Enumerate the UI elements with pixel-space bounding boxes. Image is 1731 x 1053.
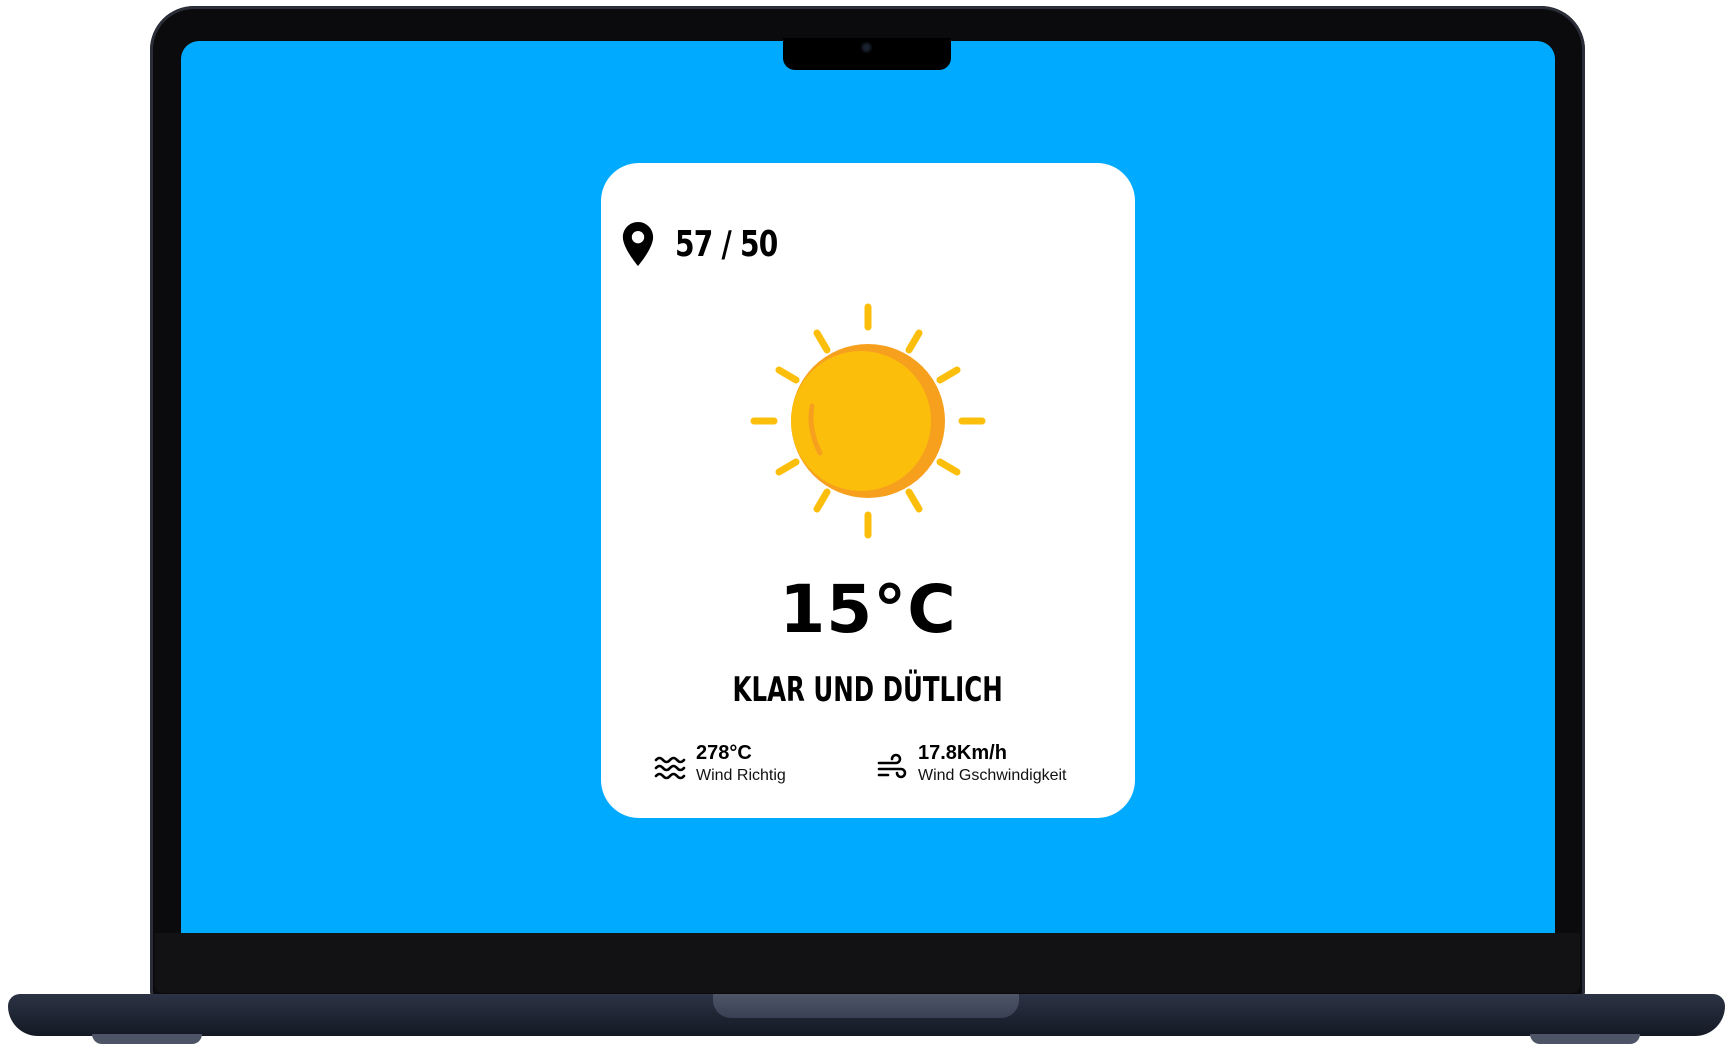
laptop-foot-left — [92, 1034, 202, 1044]
camera-notch — [783, 38, 951, 70]
location-coordinates: 57 / 50 — [675, 223, 778, 265]
laptop-base-notch — [713, 994, 1019, 1018]
wind-direction-label: Wind Richtig — [696, 767, 786, 784]
location-row: 57 / 50 — [621, 219, 806, 269]
camera-icon — [863, 44, 870, 51]
temperature-value: 15°C — [779, 571, 957, 648]
laptop-chin — [155, 933, 1580, 993]
wind-icon — [877, 753, 907, 779]
wind-speed-value: 17.8Km/h — [918, 742, 1007, 764]
weather-condition: KLAR UND DÜTLICH — [601, 670, 1135, 710]
laptop-foot-right — [1530, 1034, 1640, 1044]
laptop-mockup: 57 / 50 15°C KLAR UND DÜTLICH 278°C Wind… — [0, 0, 1731, 1053]
weather-condition-text: KLAR UND DÜTLICH — [732, 670, 1004, 710]
wind-direction-value: 278°C — [696, 742, 752, 764]
location-pin-icon — [622, 222, 654, 266]
wind-speed-stat: 17.8Km/h Wind Gschwindigkeit — [876, 741, 1067, 787]
wind-speed-label: Wind Gschwindigkeit — [918, 767, 1067, 784]
weather-card: 57 / 50 15°C KLAR UND DÜTLICH 278°C Wind… — [601, 163, 1135, 818]
waves-icon — [654, 756, 686, 780]
wind-direction-stat: 278°C Wind Richtig — [654, 741, 786, 787]
sun-icon — [750, 303, 986, 539]
